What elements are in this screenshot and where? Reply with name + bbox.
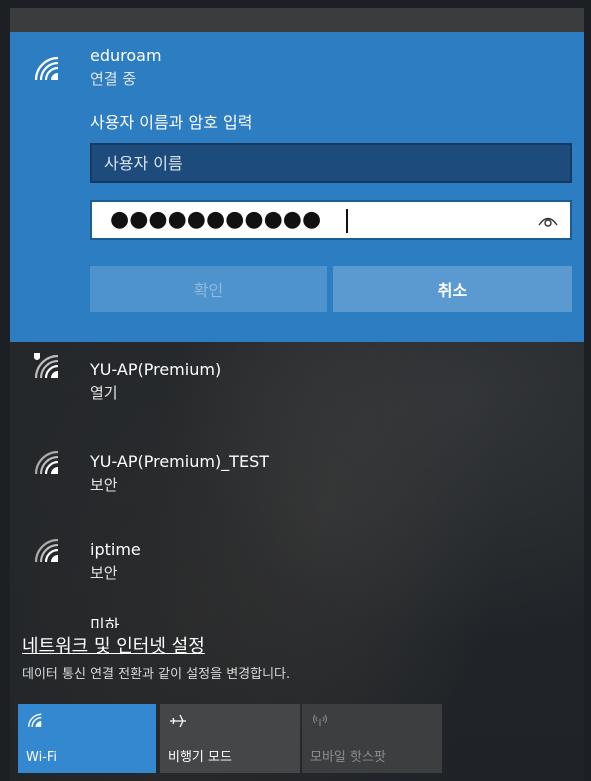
tile-label: 비행기 모드	[168, 750, 232, 765]
network-status: 연결 중	[90, 70, 137, 88]
hotspot-icon	[312, 714, 328, 726]
wifi-icon	[34, 56, 59, 81]
mobile-hotspot-tile[interactable]: 모바일 핫스팟	[302, 704, 442, 773]
reveal-password-icon[interactable]	[538, 214, 558, 228]
network-name: eduroam	[90, 46, 162, 65]
airplane-mode-tile[interactable]: 비행기 모드	[160, 704, 300, 773]
ok-button[interactable]: 확인	[90, 266, 327, 312]
wifi-icon	[28, 713, 42, 727]
airplane-icon	[170, 714, 186, 728]
network-list-item[interactable]: YU-AP(Premium) 열기	[10, 342, 584, 434]
network-name: YU-AP(Premium)	[90, 360, 222, 379]
network-status: 보안	[90, 476, 118, 494]
wifi-shield-icon	[34, 353, 59, 379]
settings-description: 데이터 통신 연결 전환과 같이 설정을 변경합니다.	[22, 667, 291, 682]
credentials-prompt: 사용자 이름과 암호 입력	[90, 113, 253, 132]
network-name: iptime	[90, 540, 141, 559]
tile-label: Wi-Fi	[26, 750, 58, 765]
network-list-item[interactable]: 미하	[10, 608, 584, 628]
password-input[interactable]: ●●●●●●●●●●●	[90, 200, 572, 240]
network-flyout: eduroam 연결 중 사용자 이름과 암호 입력 ●●●●●●●●●●● 확…	[10, 8, 584, 781]
network-status: 보안	[90, 564, 118, 582]
network-name: 미하	[90, 616, 120, 628]
wifi-toggle-tile[interactable]: Wi-Fi	[18, 704, 156, 773]
username-input[interactable]	[90, 143, 572, 183]
cancel-button[interactable]: 취소	[333, 266, 572, 312]
wifi-icon	[34, 538, 59, 563]
connecting-network-panel[interactable]: eduroam 연결 중 사용자 이름과 암호 입력 ●●●●●●●●●●● 확…	[10, 32, 584, 342]
network-list-item[interactable]: YU-AP(Premium)_TEST 보안	[10, 434, 584, 526]
network-status: 열기	[90, 384, 118, 402]
top-strip	[10, 8, 584, 32]
text-caret	[346, 209, 348, 233]
wifi-icon	[34, 450, 59, 475]
password-mask: ●●●●●●●●●●●	[110, 207, 322, 232]
network-list-item[interactable]: iptime 보안	[10, 522, 584, 614]
tile-label: 모바일 핫스팟	[310, 750, 386, 765]
network-settings-link[interactable]: 네트워크 및 인터넷 설정	[22, 632, 205, 658]
network-name: YU-AP(Premium)_TEST	[90, 452, 269, 471]
